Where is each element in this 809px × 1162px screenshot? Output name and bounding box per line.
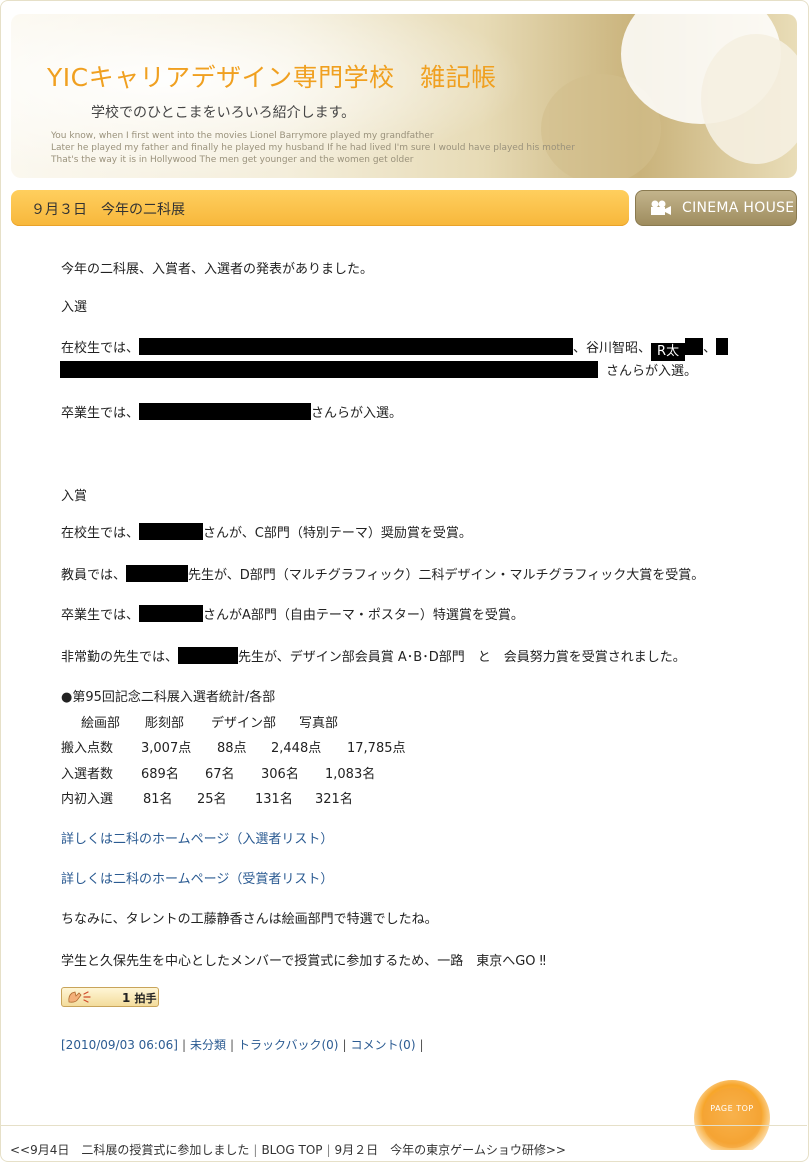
stats-cell: 3,007点 xyxy=(141,741,192,756)
stats-cell: 2,448点 xyxy=(271,741,322,756)
zaikou-nyusen-prefix: 在校生では、 xyxy=(61,341,140,356)
page-top-label: PAGE TOP xyxy=(710,1104,754,1113)
stats-cell: 81名 xyxy=(143,792,173,807)
header-quote: You know, when I first went into the mov… xyxy=(51,130,575,166)
kyoin-suffix: 先生が、D部門（マルチグラフィック）二科デザイン・マルチグラフィック大賞を受賞。 xyxy=(188,568,705,583)
kyoin-prefix: 教員では、 xyxy=(61,568,127,583)
video-camera-icon xyxy=(651,200,671,215)
nyusen-heading: 入選 xyxy=(61,300,88,315)
stats-cell: 17,785点 xyxy=(347,741,406,756)
redacted-names xyxy=(139,523,204,540)
quote-line: That's the way it is in Hollywood The me… xyxy=(51,155,414,165)
hijokin-prefix: 非常勤の先生では、 xyxy=(61,650,179,665)
stats-cell: 25名 xyxy=(197,792,227,807)
redacted-names xyxy=(685,338,704,355)
redacted-names xyxy=(139,403,312,420)
stats-cell: 306名 xyxy=(261,767,299,782)
category-link[interactable]: 未分類 xyxy=(190,1038,226,1052)
quote-line: Later he played my father and finally he… xyxy=(51,143,575,153)
kyoin-line: 教員では、 先生が、D部門（マルチグラフィック）二科デザイン・マルチグラフィック大… xyxy=(61,564,704,583)
cinema-house-label: CINEMA HOUSE xyxy=(682,200,795,216)
comment-link[interactable]: コメント(0) xyxy=(351,1038,416,1052)
clap-hands-icon xyxy=(68,991,91,1003)
entry-title-bar: ９月３日 今年の二科展 xyxy=(11,190,629,226)
zaikou-nyusho-suffix: さんが、C部門（特別テーマ）奨励賞を受賞。 xyxy=(203,526,472,541)
stats-row-label: 入選者数 xyxy=(61,767,114,782)
redacted-names xyxy=(126,565,189,582)
blog-top-link[interactable]: BLOG TOP xyxy=(261,1143,322,1157)
stats-column-header: 写真部 xyxy=(299,716,339,731)
site-title[interactable]: YICキャリアデザイン専門学校 雑記帳 xyxy=(47,58,497,94)
entry-intro: 今年の二科展、入賞者、入選者の発表がありました。 xyxy=(61,262,374,277)
sotsugyo-nyusen-line: 卒業生では、 さんらが入選。 xyxy=(61,402,402,421)
stats-cell: 88点 xyxy=(217,741,247,756)
page-top-button[interactable]: PAGE TOP xyxy=(692,1080,772,1156)
jusho-list-link[interactable]: 詳しくは二科のホームページ（受賞者リスト） xyxy=(61,868,333,887)
entry-title[interactable]: ９月３日 今年の二科展 xyxy=(31,199,185,219)
zaikou-nyusen-line1: 在校生では、 、谷川智昭、 R太 、 xyxy=(61,337,729,361)
stats-column-header: デザイン部 xyxy=(211,716,277,731)
zaikou-nyusho-prefix: 在校生では、 xyxy=(61,526,140,541)
stats-cell: 131名 xyxy=(255,792,293,807)
footer-nav: <<9月4日 二科展の授賞式に参加しました | BLOG TOP | 9月２日 今年の東… xyxy=(10,1143,566,1157)
stats-cell: 689名 xyxy=(141,767,179,782)
trackback-link[interactable]: トラックバック(0) xyxy=(238,1038,338,1052)
nyusen-list-link[interactable]: 詳しくは二科のホームページ（入選者リスト） xyxy=(61,828,333,847)
next-entry-link[interactable]: 9月２日 今年の東京ゲームショウ研修>> xyxy=(335,1143,566,1157)
note-kudo: ちなみに、タレントの工藤静香さんは絵画部門で特選でしたね。 xyxy=(61,912,438,927)
clap-count: 1 拍手 xyxy=(122,991,157,1005)
clap-button[interactable]: 1 拍手 xyxy=(61,987,159,1007)
footer-divider xyxy=(0,1125,807,1126)
redacted-names xyxy=(716,338,729,355)
page-top-badge-icon xyxy=(694,1080,770,1156)
hijokin-line: 非常勤の先生では、 先生が、デザイン部会員賞 A･B･D部門 と 会員努力賞を受賞… xyxy=(61,646,686,665)
zaikou-nyusen-line2: さんらが入選。 xyxy=(60,360,697,379)
prev-entry-link[interactable]: <<9月4日 二科展の授賞式に参加しました xyxy=(10,1143,249,1157)
redacted-names xyxy=(139,338,574,355)
site-subtitle: 学校でのひとこまをいろいろ紹介します。 xyxy=(91,105,356,121)
sotsugyo-nyusen-prefix: 卒業生では、 xyxy=(61,406,140,421)
entry-datetime[interactable]: [2010/09/03 06:06] xyxy=(61,1038,178,1052)
entry-meta: [2010/09/03 06:06] | 未分類 | トラックバック(0) | コメント(0… xyxy=(61,1038,424,1052)
stats-column-header: 絵画部 xyxy=(81,716,121,731)
sotsugyo-nyusho-prefix: 卒業生では、 xyxy=(61,608,140,623)
note-tokyo: 学生と久保先生を中心としたメンバーで授賞式に参加するため、一路 東京へGO ‼ xyxy=(61,954,546,969)
stats-row-label: 内初入選 xyxy=(61,792,114,807)
stats-cell: 1,083名 xyxy=(325,767,376,782)
stats-heading: ●第95回記念二科展入選者統計/各部 xyxy=(61,690,276,705)
sotsugyo-nyusen-suffix: さんらが入選。 xyxy=(311,406,403,421)
quote-line: You know, when I first went into the mov… xyxy=(51,131,434,141)
stats-row-label: 搬入点数 xyxy=(61,741,114,756)
blog-header: YICキャリアデザイン専門学校 雑記帳 学校でのひとこまをいろいろ紹介します。 … xyxy=(11,14,797,178)
redacted-names xyxy=(60,361,598,378)
redacted-tag: R太 xyxy=(651,343,686,361)
stats-cell: 321名 xyxy=(315,792,353,807)
sotsugyo-nyusho-line: 卒業生では、 さんがA部門（自由テーマ・ポスター）特選賞を受賞。 xyxy=(61,604,524,623)
cinema-house-button[interactable]: CINEMA HOUSE xyxy=(635,190,797,226)
redacted-names xyxy=(139,605,204,622)
stats-column-header: 彫刻部 xyxy=(145,716,185,731)
zaikou-nyusen-suffix: さんらが入選。 xyxy=(606,364,698,379)
redacted-names xyxy=(178,647,239,664)
stats-cell: 67名 xyxy=(205,767,235,782)
zaikou-nyusen-sep: 、 xyxy=(703,341,717,356)
zaikou-nyusho-line: 在校生では、 さんが、C部門（特別テーマ）奨励賞を受賞。 xyxy=(61,522,472,541)
nyusho-heading: 入賞 xyxy=(61,489,88,504)
zaikou-nyusen-mid: 、谷川智昭、 xyxy=(573,341,652,356)
sotsugyo-nyusho-suffix: さんがA部門（自由テーマ・ポスター）特選賞を受賞。 xyxy=(203,608,524,623)
hijokin-suffix: 先生が、デザイン部会員賞 A･B･D部門 と 会員努力賞を受賞されました。 xyxy=(238,650,686,665)
